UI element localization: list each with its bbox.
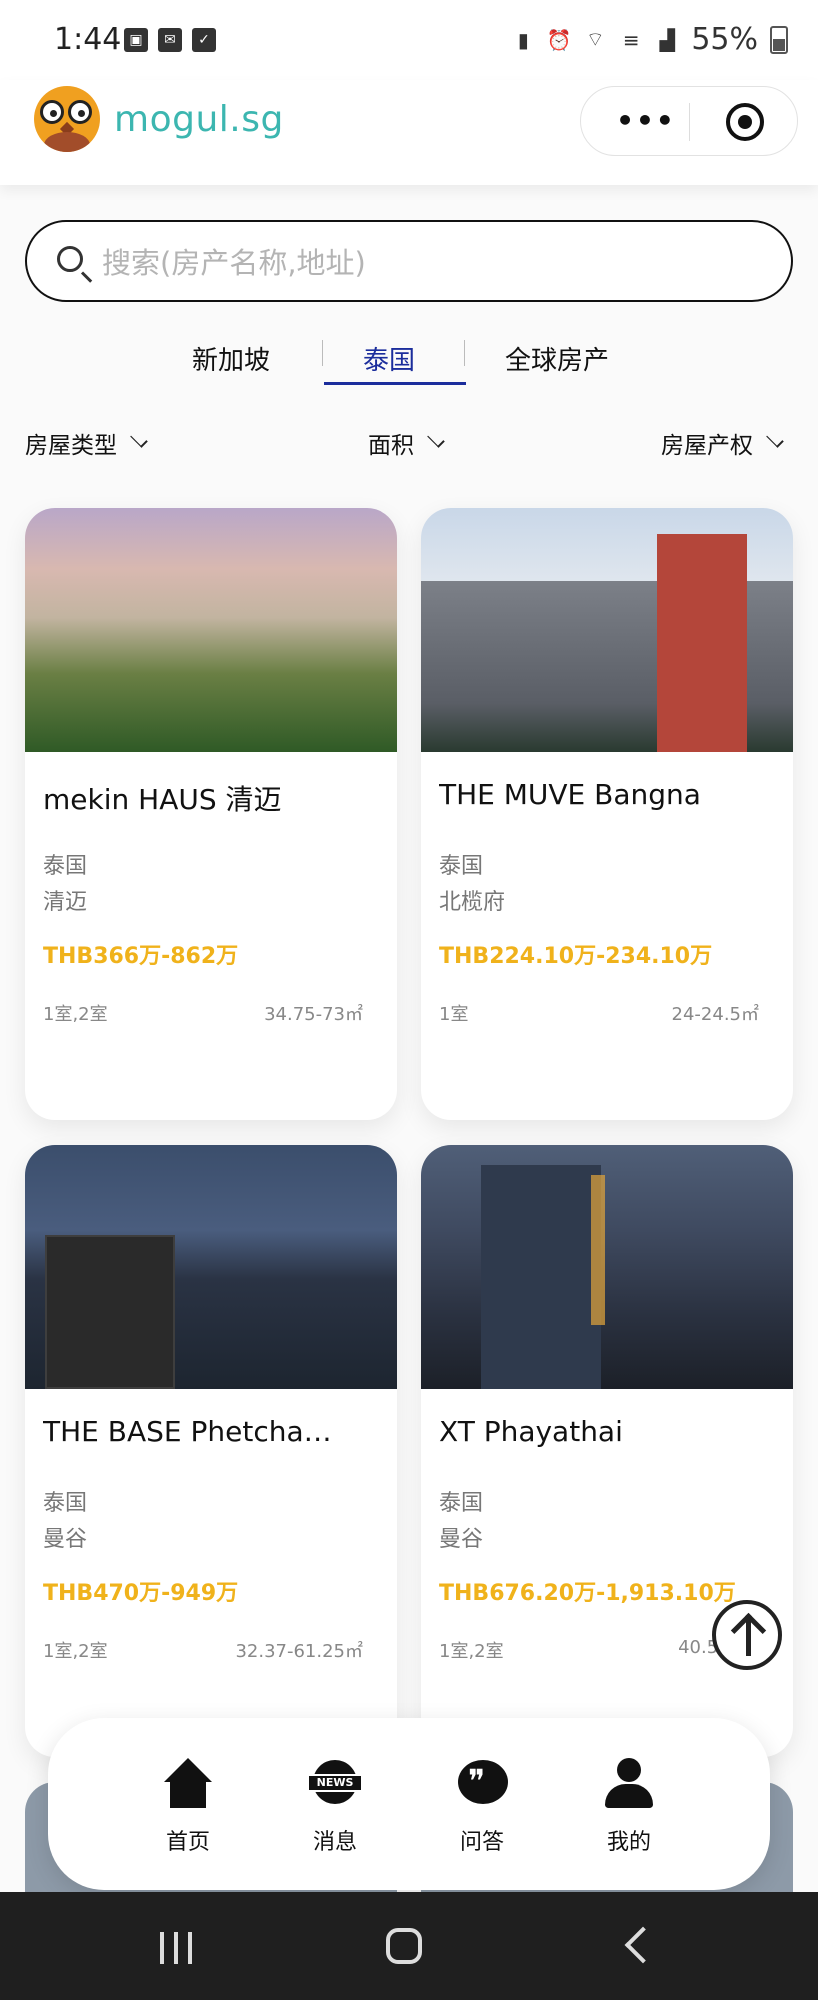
user-icon <box>601 1758 657 1810</box>
listing-city: 曼谷 <box>43 1527 88 1552</box>
listing-card[interactable]: mekin HAUS 清迈 泰国 清迈 THB366万-862万 1室,2室 3… <box>25 508 397 1120</box>
filter-property-type[interactable]: 房屋类型 <box>25 426 148 460</box>
home-icon <box>160 1758 216 1810</box>
bottom-tab-bar: 首页 NEWS 消息 问答 我的 <box>48 1718 770 1890</box>
more-button[interactable]: ••• <box>611 101 681 141</box>
logo[interactable]: mogul.sg <box>34 86 284 152</box>
listing-price: THB470万-949万 <box>43 1581 239 1606</box>
sim-icon: ▮ <box>517 27 529 52</box>
bottom-tab-label: 首页 <box>165 1830 210 1855</box>
status-time: 1:44 <box>54 22 122 57</box>
bottom-tab-me[interactable]: 我的 <box>569 1758 689 1856</box>
listing-name: THE BASE Phetcha… <box>43 1415 332 1448</box>
back-button[interactable] <box>624 1926 662 1964</box>
bottom-tab-label: 消息 <box>312 1830 357 1855</box>
listing-country: 泰国 <box>439 854 484 879</box>
signal-icon: ▟ <box>659 27 675 52</box>
listing-rooms: 1室,2室 <box>43 1004 108 1025</box>
bottom-tab-news[interactable]: NEWS 消息 <box>275 1758 395 1856</box>
listing-name: mekin HAUS 清迈 <box>43 783 282 816</box>
recent-apps-button[interactable] <box>160 1932 192 1964</box>
tab-global[interactable]: 全球房产 <box>505 340 609 377</box>
notification-icons: ▣ ✉ ✓ <box>124 28 216 52</box>
bottom-tab-label: 我的 <box>606 1830 651 1855</box>
bottom-tab-qa[interactable]: 问答 <box>422 1758 542 1856</box>
active-tab-underline <box>324 382 466 385</box>
close-target-icon[interactable] <box>726 103 764 141</box>
bottom-tab-label: 问答 <box>459 1830 504 1855</box>
owl-logo-icon <box>34 86 100 152</box>
search-icon <box>57 246 83 272</box>
listing-price: THB366万-862万 <box>43 944 239 969</box>
chevron-down-icon <box>130 430 148 448</box>
battery-percent: 55% <box>691 22 758 57</box>
listing-photo <box>25 508 397 752</box>
listing-photo <box>25 1145 397 1389</box>
listing-city: 曼谷 <box>439 1527 484 1552</box>
listing-country: 泰国 <box>439 1491 484 1516</box>
listing-area: 24-24.5㎡ <box>671 1004 759 1025</box>
listing-rooms: 1室 <box>439 1004 469 1025</box>
tab-separator <box>322 340 323 366</box>
news-icon: NEWS <box>307 1758 363 1810</box>
listing-rooms: 1室,2室 <box>439 1641 504 1662</box>
check-icon: ✓ <box>192 28 216 52</box>
quote-bubble-icon <box>454 1758 510 1810</box>
search-input[interactable]: 搜索(房产名称,地址) <box>25 220 793 302</box>
tab-singapore[interactable]: 新加坡 <box>192 340 270 377</box>
system-nav-bar <box>0 1892 818 2000</box>
listing-photo <box>421 1145 793 1389</box>
listing-country: 泰国 <box>43 854 88 879</box>
listing-rooms: 1室,2室 <box>43 1641 108 1662</box>
listing-photo <box>421 508 793 752</box>
listing-country: 泰国 <box>43 1491 88 1516</box>
listing-city: 清迈 <box>43 890 88 915</box>
battery-icon <box>770 25 788 54</box>
bottom-tab-home[interactable]: 首页 <box>128 1758 248 1856</box>
app-header: mogul.sg ••• <box>0 80 818 185</box>
listing-price: THB676.20万-1,913.10万 <box>439 1581 736 1606</box>
chevron-down-icon <box>766 430 784 448</box>
home-button[interactable] <box>386 1928 422 1964</box>
volte-icon: ≡ <box>622 27 640 52</box>
listing-card[interactable]: THE BASE Phetcha… 泰国 曼谷 THB470万-949万 1室,… <box>25 1145 397 1757</box>
filter-bar: 房屋类型 面积 房屋产权 <box>0 420 818 470</box>
filter-tenure[interactable]: 房屋产权 <box>661 426 784 460</box>
tab-separator <box>464 340 465 366</box>
listing-name: THE MUVE Bangna <box>439 778 701 811</box>
search-placeholder: 搜索(房产名称,地址) <box>102 246 366 280</box>
filter-area[interactable]: 面积 <box>368 426 445 460</box>
listing-card[interactable]: THE MUVE Bangna 泰国 北榄府 THB224.10万-234.10… <box>421 508 793 1120</box>
news-icon-text: NEWS <box>307 1774 363 1792</box>
mail-icon: ✉ <box>158 28 182 52</box>
listing-price: THB224.10万-234.10万 <box>439 944 713 969</box>
status-right: ▮ ⏰ ⌔ ≡ ▟ 55% <box>511 22 788 57</box>
listing-area: 32.37-61.25㎡ <box>235 1641 363 1662</box>
status-bar: 1:44 ▣ ✉ ✓ ▮ ⏰ ⌔ ≡ ▟ 55% <box>0 0 818 80</box>
alarm-icon: ⏰ <box>546 27 572 52</box>
capsule-divider <box>689 103 690 141</box>
filter-label: 房屋类型 <box>25 433 117 459</box>
filter-label: 面积 <box>368 433 414 459</box>
listing-area: 34.75-73㎡ <box>264 1004 363 1025</box>
image-icon: ▣ <box>124 28 148 52</box>
logo-text: mogul.sg <box>114 98 284 140</box>
listing-city: 北榄府 <box>439 890 506 915</box>
tab-thailand[interactable]: 泰国 <box>363 340 415 377</box>
listing-name: XT Phayathai <box>439 1415 623 1448</box>
miniprogram-capsule: ••• <box>580 86 798 156</box>
filter-label: 房屋产权 <box>661 433 753 459</box>
wifi-icon: ⌔ <box>585 27 605 51</box>
region-tabs: 新加坡 泰国 全球房产 <box>0 330 818 390</box>
chevron-down-icon <box>427 430 445 448</box>
scroll-to-top-button[interactable] <box>712 1600 782 1670</box>
